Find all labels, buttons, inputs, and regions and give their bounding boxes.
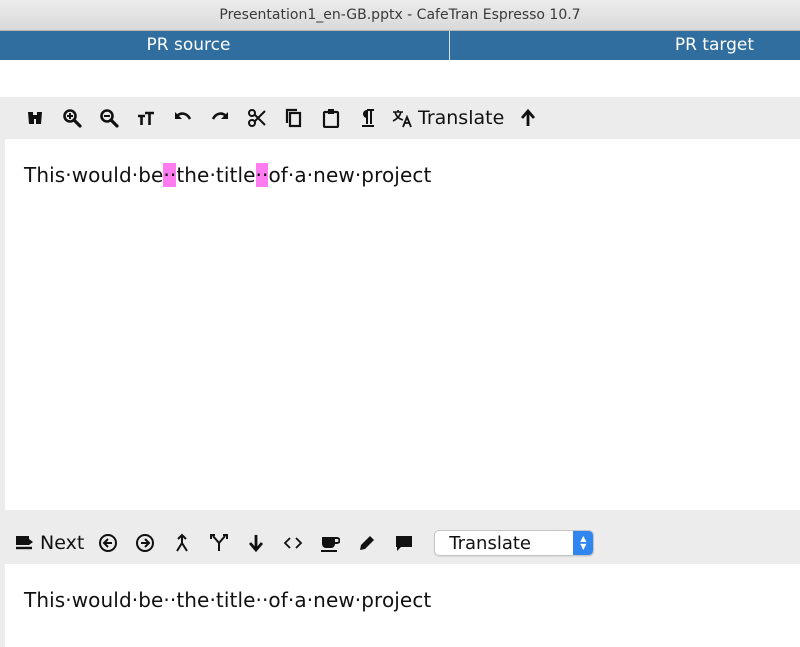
font-size-icon[interactable] [133,104,159,132]
zoom-in-icon[interactable] [59,104,85,132]
source-editor-toolbar: Translate [0,97,800,139]
next-segment-icon [14,533,34,553]
window-title: Presentation1_en-GB.pptx - CafeTran Espr… [0,0,800,31]
next-button[interactable]: Next [14,529,84,557]
paste-icon[interactable] [318,104,344,132]
text-part: the·title [176,163,256,187]
pane-divider[interactable] [0,510,800,522]
cut-icon[interactable] [244,104,270,132]
binoculars-icon[interactable] [22,104,48,132]
translate-label: Translate [418,107,505,129]
target-editor-toolbar: Next Translate ▲ ▼ [0,522,800,564]
pencil-icon[interactable] [354,529,380,557]
app-window: Presentation1_en-GB.pptx - CafeTran Espr… [0,0,800,647]
column-headers: PR source PR target [0,31,800,60]
target-segment-editor[interactable]: This·would·be··the·title··of·a·new·proje… [5,564,800,647]
target-column-header[interactable]: PR target [450,31,800,60]
translate-dropdown-value: Translate [449,532,531,554]
double-space-highlight: ·· [255,163,269,187]
dropdown-stepper-icon: ▲ ▼ [573,531,594,555]
pilcrow-icon[interactable] [355,104,381,132]
text-part: This·would·be [24,163,164,187]
text-part: of·a·new·project [268,163,432,187]
next-circle-icon[interactable] [132,529,158,557]
arrow-down-icon[interactable] [243,529,269,557]
double-space-highlight: ·· [163,163,177,187]
split-icon[interactable] [206,529,232,557]
target-segment-text[interactable]: This·would·be··the·title··of·a·new·proje… [24,588,431,612]
source-segment-editor[interactable]: This·would·be··the·title··of·a·new·proje… [5,139,800,510]
arrow-up-icon[interactable] [515,104,541,132]
copy-icon[interactable] [281,104,307,132]
source-column-header[interactable]: PR source [0,31,450,60]
source-segment-text[interactable]: This·would·be··the·title··of·a·new·proje… [24,163,431,187]
zoom-out-icon[interactable] [96,104,122,132]
translate-dropdown[interactable]: Translate ▲ ▼ [434,530,595,556]
comment-icon[interactable] [391,529,417,557]
prev-circle-icon[interactable] [95,529,121,557]
next-label: Next [40,532,85,554]
undo-icon[interactable] [170,104,196,132]
grid-area [0,60,800,97]
merge-icon[interactable] [169,529,195,557]
translate-icon [392,108,412,128]
translate-button[interactable]: Translate [392,104,504,132]
redo-icon[interactable] [207,104,233,132]
coffee-icon[interactable] [317,529,343,557]
tags-icon[interactable] [280,529,306,557]
